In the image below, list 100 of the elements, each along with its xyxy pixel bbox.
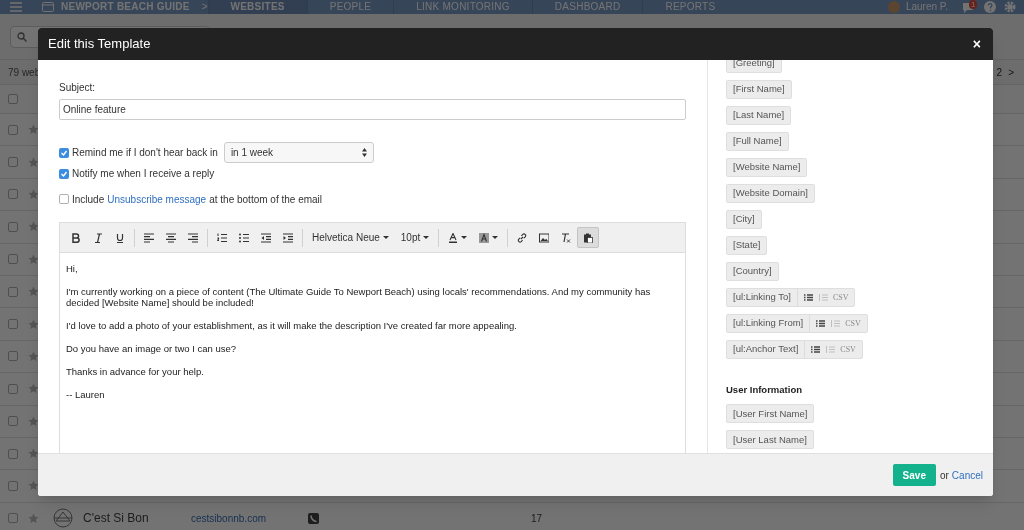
merge-tag-button[interactable]: [Full Name] (726, 132, 789, 151)
option-label: Notify me when I receive a reply (72, 167, 215, 181)
star-icon[interactable] (28, 286, 39, 298)
font-family-dropdown[interactable]: Helvetica Neue (306, 227, 395, 248)
text-color-icon (448, 232, 459, 243)
star-icon[interactable] (28, 318, 39, 330)
star-icon[interactable] (28, 350, 39, 362)
star-icon[interactable] (28, 253, 39, 265)
or-text: or (939, 468, 949, 483)
merge-tag-button[interactable]: [Website Name] (726, 158, 808, 177)
website-name[interactable]: C'est Si Bon (83, 509, 191, 528)
option-label: Include (72, 192, 105, 207)
numbered-list-icon (818, 294, 828, 301)
body-paragraph: I'm currently working on a piece of content (The Ultimate Guide To Newport Beach) using locals' recommendations. And my community has decided [Website Name] should be included! (66, 286, 652, 308)
checkbox[interactable] (8, 383, 18, 394)
merge-tag-button[interactable]: [ul:Anchor Text] (727, 341, 806, 358)
checkbox[interactable] (8, 319, 18, 330)
body-paragraph: Do you have an image or two I can use? (66, 343, 238, 354)
checkbox[interactable] (8, 124, 18, 135)
caret-icon (423, 236, 430, 239)
image-icon (539, 232, 550, 243)
checkbox[interactable] (8, 448, 18, 459)
merge-tag-button[interactable]: [User Last Name] (726, 430, 814, 450)
clear-format-icon (561, 232, 572, 243)
checkbox[interactable] (8, 254, 18, 265)
star-icon[interactable] (28, 415, 39, 427)
breadcrumb-separator: > (201, 1, 208, 13)
cancel-link[interactable]: Cancel (951, 467, 983, 483)
body-paragraph: Thanks in advance for your help. (66, 366, 205, 377)
checkbox[interactable] (8, 481, 18, 491)
align-center-icon (166, 232, 176, 243)
modal-title: Edit this Template (48, 35, 152, 54)
align-right-icon (188, 232, 198, 243)
merge-tag-button[interactable]: [City] (726, 210, 762, 229)
next-page-link[interactable]: > (1008, 64, 1014, 80)
page-number[interactable]: 2 (996, 64, 1003, 80)
merge-tag-button[interactable]: [User First Name] (726, 404, 815, 424)
clipboard-icon (583, 232, 594, 243)
bullet-list-icon (811, 346, 821, 353)
checkbox[interactable] (8, 286, 18, 297)
align-left-icon (144, 232, 154, 243)
website-icon (42, 2, 54, 12)
subject-field[interactable]: Online feature (59, 99, 686, 120)
outdent-icon (261, 232, 271, 243)
toolbar-button[interactable] (577, 227, 600, 248)
numbered-list-icon (217, 232, 227, 243)
checkbox[interactable] (8, 416, 18, 427)
star-icon[interactable] (28, 221, 39, 233)
checkbox[interactable] (59, 147, 69, 158)
caret-icon (492, 236, 499, 239)
underline-icon (115, 232, 125, 243)
bold-icon (71, 232, 81, 243)
subject-label: Subject: (59, 82, 97, 94)
star-icon[interactable] (28, 448, 39, 460)
option-label: Remind me if I don't hear back in (72, 146, 218, 160)
checkbox[interactable] (8, 221, 18, 232)
bullet-list-icon (803, 294, 813, 301)
merge-tag-button[interactable]: [First Name] (726, 80, 792, 99)
checkbox[interactable] (59, 194, 69, 204)
indent-icon (283, 232, 293, 243)
checkbox[interactable] (59, 168, 69, 179)
star-icon[interactable] (28, 480, 39, 492)
interval-select[interactable]: in 1 week (223, 142, 374, 163)
star-icon[interactable] (28, 124, 39, 136)
phone-icon (308, 512, 319, 524)
unsubscribe-link[interactable]: Unsubscribe message (107, 191, 207, 207)
numbered-list-icon (826, 346, 836, 353)
close-button[interactable]: × (970, 37, 983, 51)
caret-icon (382, 236, 389, 239)
merge-tag-button[interactable]: [Greeting] (726, 60, 782, 73)
merge-tag-button[interactable]: [ul:Linking To] (727, 289, 798, 306)
bullet-list-icon (816, 320, 826, 327)
link-count: 17 (531, 511, 543, 526)
body-paragraph: I'd love to add a photo of your establishment, as it will make the description I've created far more appealing. (66, 320, 518, 331)
body-paragraph: Hi, (66, 263, 79, 274)
italic-icon (93, 232, 103, 243)
notification-badge: 1 (969, 0, 978, 9)
highlight-color-icon (479, 232, 490, 243)
checkbox[interactable] (8, 513, 18, 524)
star-icon[interactable] (28, 512, 39, 524)
checkbox[interactable] (8, 189, 18, 200)
merge-tag-button[interactable]: [Last Name] (726, 106, 792, 125)
checkbox[interactable] (8, 157, 18, 168)
merge-tag-button[interactable]: [State] (726, 236, 768, 255)
star-icon[interactable] (28, 188, 39, 200)
merge-tag-button[interactable]: [ul:Linking From] (727, 315, 811, 332)
link-icon (517, 232, 528, 243)
star-icon[interactable] (28, 156, 39, 168)
merge-tag-button[interactable]: [Website Domain] (726, 184, 815, 203)
star-icon[interactable] (28, 383, 39, 395)
font-size-dropdown[interactable]: 10pt (394, 227, 436, 248)
section-heading: User Information (726, 383, 803, 397)
updown-caret-icon (361, 148, 367, 157)
merge-tag-button[interactable]: [Country] (726, 262, 779, 281)
caret-icon (461, 236, 468, 239)
bullet-list-icon (239, 232, 249, 243)
search-icon (17, 31, 27, 42)
checkbox[interactable] (8, 94, 18, 104)
checkbox[interactable] (8, 351, 18, 362)
body-paragraph: -- Lauren (66, 389, 106, 400)
